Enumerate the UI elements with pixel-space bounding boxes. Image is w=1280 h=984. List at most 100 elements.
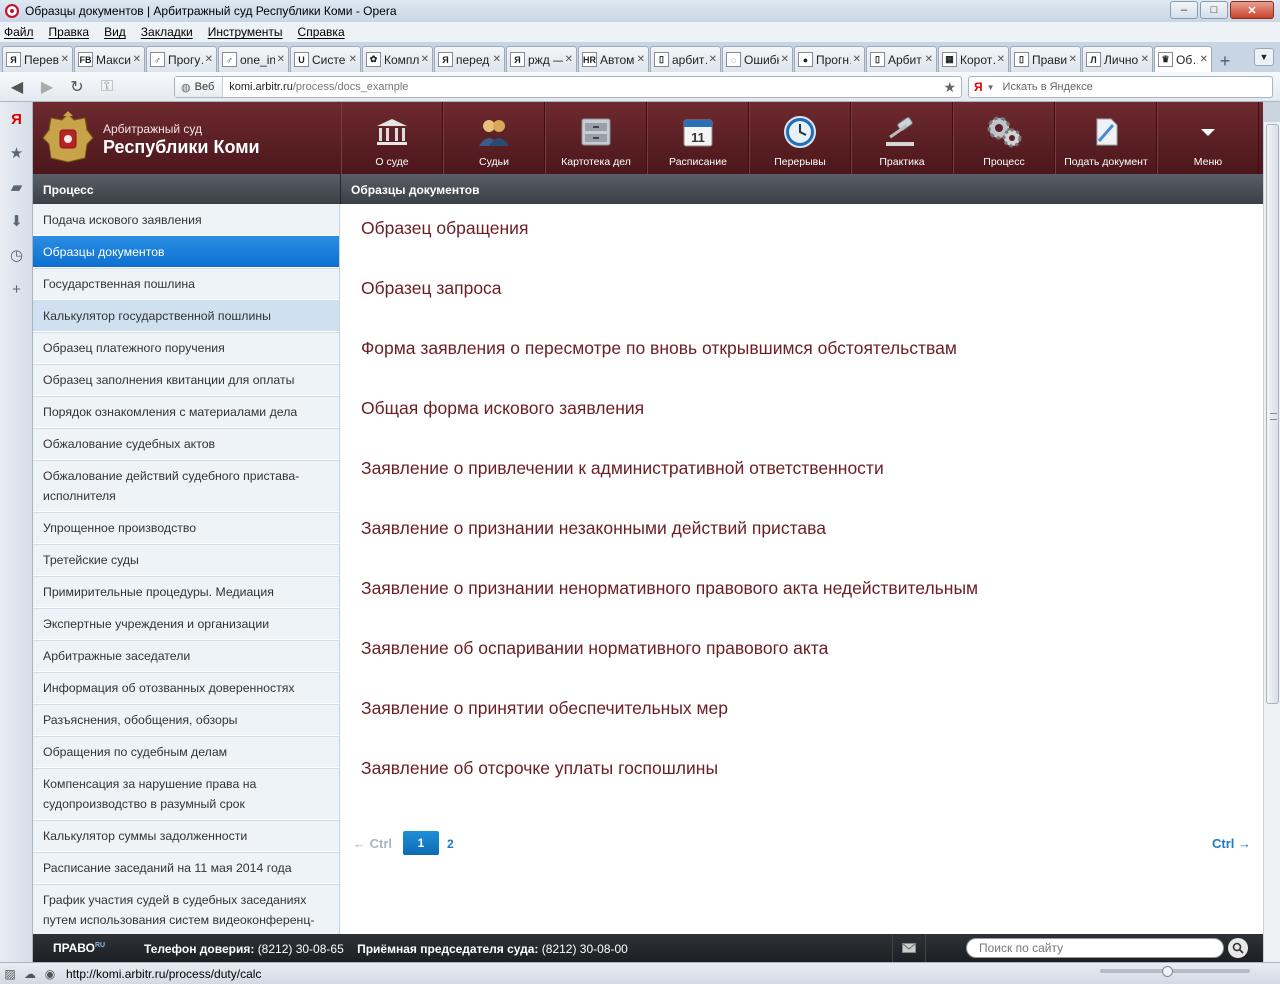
forward-icon[interactable]: ▶ xyxy=(34,76,60,98)
sidebar-item[interactable]: Разъяснения, обобщения, обзоры xyxy=(33,704,339,736)
sidebar-item[interactable]: Упрощенное производство xyxy=(33,512,339,544)
browser-tab[interactable]: UСисте…✕ xyxy=(290,46,361,72)
scrollbar-thumb[interactable] xyxy=(1266,124,1279,704)
search-engine-dropdown-icon[interactable]: ▼ xyxy=(987,83,995,92)
sidebar-item[interactable]: Обжалование действий судебного пристава-… xyxy=(33,460,339,512)
menu-bookmarks[interactable]: Закладки xyxy=(141,25,193,39)
browser-tab[interactable]: ЛЛично…✕ xyxy=(1082,46,1153,72)
pager-page-2-link[interactable]: 2 xyxy=(447,837,454,851)
menu-edit[interactable]: Правка xyxy=(49,25,90,39)
browser-tab[interactable]: ЯПерев…✕ xyxy=(2,46,73,72)
tab-close-icon[interactable]: ✕ xyxy=(1067,54,1077,65)
mail-icon[interactable] xyxy=(892,934,926,962)
document-link[interactable]: Заявление об оспаривании нормативного пр… xyxy=(361,638,828,659)
browser-tab[interactable]: ▯Прави…✕ xyxy=(1010,46,1081,72)
speed-dial-icon[interactable]: ◉ xyxy=(40,967,60,981)
tab-close-icon[interactable]: ✕ xyxy=(635,54,645,65)
key-icon[interactable]: ⚿ xyxy=(94,76,120,98)
sidebar-item[interactable]: Калькулятор суммы задолженности xyxy=(33,820,339,852)
nav-breaks[interactable]: Перерывы xyxy=(749,102,851,174)
zoom-slider[interactable] xyxy=(1100,969,1250,973)
tab-close-icon[interactable]: ✕ xyxy=(347,54,357,65)
document-link[interactable]: Образец запроса xyxy=(361,278,502,299)
tab-close-icon[interactable]: ✕ xyxy=(131,54,141,65)
browser-tab[interactable]: ♛Об…✕ xyxy=(1154,46,1212,72)
nav-submit-document[interactable]: Подать документ xyxy=(1055,102,1157,174)
document-link[interactable]: Заявление об отсрочке уплаты госпошлины xyxy=(361,758,718,779)
document-link[interactable]: Форма заявления о пересмотре по вновь от… xyxy=(361,338,957,359)
address-field[interactable]: ◍ Веб komi.arbitr.ru/process/docs_example… xyxy=(174,76,962,98)
document-link[interactable]: Заявление о принятии обеспечительных мер xyxy=(361,698,728,719)
court-emblem-icon[interactable] xyxy=(41,110,95,166)
tab-close-icon[interactable]: ✕ xyxy=(707,54,717,65)
sidebar-item[interactable]: Арбитражные заседатели xyxy=(33,640,339,672)
sidebar-item[interactable]: Государственная пошлина xyxy=(33,268,339,300)
tab-close-icon[interactable]: ✕ xyxy=(419,54,429,65)
browser-tab[interactable]: ●Прогн…✕ xyxy=(794,46,865,72)
bookmarks-panel-icon[interactable]: ★ xyxy=(0,136,33,170)
sidebar-item[interactable]: Экспертные учреждения и организации xyxy=(33,608,339,640)
sidebar-item[interactable]: Порядок ознакомления с материалами дела xyxy=(33,396,339,428)
tab-close-icon[interactable]: ✕ xyxy=(275,54,285,65)
document-link[interactable]: Общая форма искового заявления xyxy=(361,398,644,419)
close-button[interactable]: ✕ xyxy=(1230,1,1274,19)
downloads-panel-icon[interactable]: ⬇ xyxy=(0,204,33,238)
nav-process[interactable]: Процесс xyxy=(953,102,1055,174)
tab-close-icon[interactable]: ✕ xyxy=(779,54,789,65)
sidebar-item[interactable]: Расписание заседаний на 11 мая 2014 года xyxy=(33,852,339,884)
nav-menu[interactable]: Меню xyxy=(1157,102,1259,174)
tab-close-icon[interactable]: ✕ xyxy=(1198,54,1208,65)
sidebar-item[interactable]: Информация об отозванных доверенностях xyxy=(33,672,339,704)
menu-help[interactable]: Справка xyxy=(298,25,345,39)
browser-tab[interactable]: FBМакси…✕ xyxy=(74,46,145,72)
sidebar-item[interactable]: Третейские суды xyxy=(33,544,339,576)
sidebar-item[interactable]: Образец платежного поручения xyxy=(33,332,339,364)
notes-panel-icon[interactable]: ▰ xyxy=(0,170,33,204)
back-icon[interactable]: ◀ xyxy=(4,76,30,98)
menu-file[interactable]: Файл xyxy=(4,25,34,39)
history-panel-icon[interactable]: ◷ xyxy=(0,238,33,272)
panel-toggle-icon[interactable]: ▨ xyxy=(0,967,20,981)
sidebar-item[interactable]: График участия судей в судебных заседани… xyxy=(33,884,339,934)
browser-tab[interactable]: ♂one_in:…✕ xyxy=(218,46,289,72)
browser-tab[interactable]: HRАвтом…✕ xyxy=(578,46,649,72)
browser-tab[interactable]: Яржд —…✕ xyxy=(506,46,577,72)
sidebar-item[interactable]: Обжалование судебных актов xyxy=(33,428,339,460)
browser-tab[interactable]: ✿Компл…✕ xyxy=(362,46,433,72)
pager-next-link[interactable]: Ctrl → xyxy=(1212,836,1251,851)
bookmark-star-icon[interactable]: ★ xyxy=(943,79,956,96)
tab-close-icon[interactable]: ✕ xyxy=(1139,54,1149,65)
browser-tab[interactable]: ♂Прогу…✕ xyxy=(146,46,217,72)
nav-practice[interactable]: Практика xyxy=(851,102,953,174)
document-link[interactable]: Образец обращения xyxy=(361,218,528,239)
nav-case-files[interactable]: Картотека дел xyxy=(545,102,647,174)
pravo-logo[interactable]: ПРАВОRU xyxy=(53,941,105,955)
browser-tab[interactable]: Яперед…✕ xyxy=(434,46,505,72)
document-link[interactable]: Заявление о признании незаконными действ… xyxy=(361,518,826,539)
nav-judges[interactable]: Судьи xyxy=(443,102,545,174)
tab-close-icon[interactable]: ✕ xyxy=(995,54,1005,65)
search-field[interactable]: Я ▼ Искать в Яндексе xyxy=(968,76,1273,98)
nav-schedule[interactable]: 11 Расписание xyxy=(647,102,749,174)
site-info-badge[interactable]: ◍ Веб xyxy=(175,77,224,97)
court-name[interactable]: Республики Коми xyxy=(103,137,260,158)
sidebar-item[interactable]: Примирительные процедуры. Медиация xyxy=(33,576,339,608)
menu-view[interactable]: Вид xyxy=(104,25,126,39)
maximize-button[interactable]: □ xyxy=(1200,1,1228,19)
browser-tab[interactable]: ▯Арбит…✕ xyxy=(866,46,937,72)
sidebar-item[interactable]: Образец заполнения квитанции для оплаты xyxy=(33,364,339,396)
sidebar-item[interactable]: Калькулятор государственной пошлины xyxy=(33,300,339,332)
site-search-input[interactable]: Поиск по сайту xyxy=(966,938,1224,958)
sidebar-item[interactable]: Образцы документов xyxy=(33,236,339,268)
zoom-slider-knob[interactable] xyxy=(1162,966,1173,977)
tab-menu-icon[interactable]: ▼ xyxy=(1254,48,1274,66)
browser-tab[interactable]: ◌Ошибка✕ xyxy=(722,46,793,72)
cloud-icon[interactable]: ☁ xyxy=(20,967,40,981)
page-scrollbar[interactable] xyxy=(1263,122,1280,962)
browser-tab[interactable]: ▦Корот…✕ xyxy=(938,46,1009,72)
sidebar-item[interactable]: Обращения по судебным делам xyxy=(33,736,339,768)
document-link[interactable]: Заявление о привлечении к административн… xyxy=(361,458,884,479)
minimize-button[interactable]: – xyxy=(1170,1,1198,19)
add-panel-icon[interactable]: + xyxy=(0,272,33,306)
tab-close-icon[interactable]: ✕ xyxy=(851,54,861,65)
